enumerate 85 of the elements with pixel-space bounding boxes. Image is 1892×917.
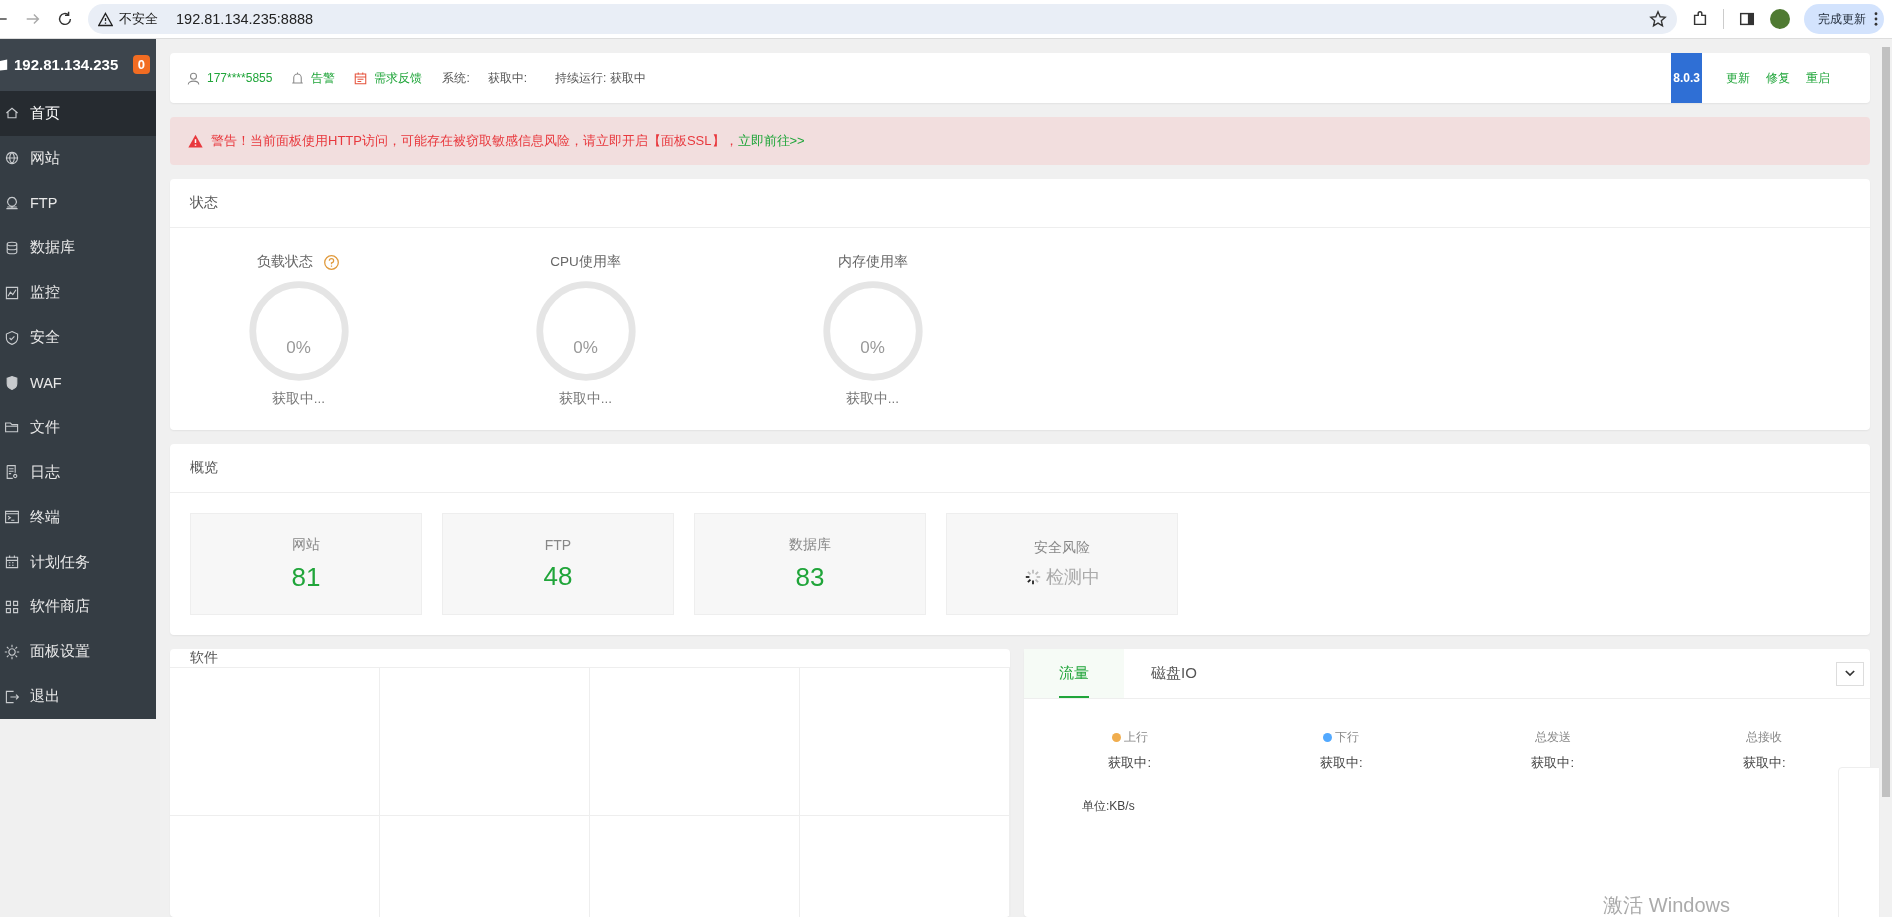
sidebar-item[interactable]: 终端: [0, 494, 156, 540]
system-value: 获取中:: [487, 69, 528, 87]
overview-count: 81: [291, 561, 321, 593]
server-title: 192.81.134.235: [14, 56, 120, 74]
more-icon: [1874, 12, 1878, 26]
help-icon[interactable]: [323, 253, 340, 271]
user-icon: [186, 70, 201, 86]
network-icon: [4, 195, 20, 212]
shield-icon: [4, 329, 20, 346]
overview-status: 检测中: [1046, 566, 1100, 589]
document-icon: [4, 464, 20, 481]
grid-icon: [4, 598, 20, 615]
chart-icon: [4, 284, 20, 301]
sidebar-item[interactable]: 退出: [0, 674, 156, 720]
address-bar[interactable]: 不安全 192.81.134.235:8888: [88, 4, 1677, 34]
uptime-text: 持续运行: 获取中: [555, 69, 646, 87]
star-icon[interactable]: [1649, 10, 1667, 28]
stat-value: 获取中:: [1531, 754, 1575, 772]
terminal-icon: [4, 509, 20, 526]
overview-label: 安全风险: [1034, 539, 1090, 557]
update-button[interactable]: 完成更新: [1804, 4, 1884, 34]
windows-activation-notice: 激活 Windows: [1603, 893, 1730, 917]
interface-dropdown[interactable]: [1836, 661, 1864, 686]
gauge-caption: 获取中...: [271, 390, 326, 408]
sidebar-item[interactable]: FTP: [0, 180, 156, 226]
overview-label: 数据库: [789, 535, 831, 554]
shield-icon: [4, 374, 20, 391]
sidebar-item[interactable]: 计划任务: [0, 539, 156, 585]
overview-card[interactable]: 安全风险 检测中: [946, 513, 1178, 615]
warning-icon: [98, 11, 113, 27]
extensions-icon[interactable]: [1691, 10, 1709, 28]
panel-title: 概览: [170, 444, 1870, 493]
overview-count: 83: [795, 561, 825, 593]
stat-value: 获取中:: [1742, 754, 1786, 772]
scrollbar-thumb[interactable]: [1882, 47, 1890, 797]
stat-value: 获取中:: [1108, 754, 1152, 772]
stat-value: 获取中:: [1319, 754, 1363, 772]
sidebar-item[interactable]: 数据库: [0, 225, 156, 271]
warning-text: 警告！当前面板使用HTTP访问，可能存在被窃取敏感信息风险，请立即开启【面板SSL】，: [211, 132, 738, 150]
sidebar-item[interactable]: 面板设置: [0, 629, 156, 675]
sidebar-item[interactable]: WAF: [0, 360, 156, 405]
gauge-caption: 获取中...: [845, 390, 900, 408]
panel-title: 状态: [170, 179, 1870, 228]
gauge-value: 0%: [573, 338, 598, 358]
stat-label: 总接收: [1746, 729, 1783, 746]
url-text: 192.81.134.235:8888: [176, 11, 315, 27]
sidebar-item[interactable]: 日志: [0, 449, 156, 495]
stat-label: 上行: [1123, 729, 1148, 746]
stat-label: 下行: [1335, 729, 1360, 746]
side-panel-icon[interactable]: [1738, 10, 1756, 28]
globe-icon: [4, 150, 20, 167]
warning-icon: [188, 133, 203, 149]
sidebar-item[interactable]: 首页: [0, 90, 156, 136]
overview-card[interactable]: 数据库 83: [694, 513, 926, 615]
security-label[interactable]: 不安全: [119, 10, 158, 28]
gauge-caption: 获取中...: [558, 390, 613, 408]
gauge-value: 0%: [286, 338, 311, 358]
gauge-value: 0%: [860, 338, 885, 358]
settings-icon: [4, 643, 20, 660]
caret-icon: [1845, 670, 1855, 677]
calendar-icon: [4, 554, 20, 571]
version-badge[interactable]: 8.0.3: [1671, 53, 1702, 103]
calendar-icon: [353, 70, 369, 86]
exit-icon: [4, 688, 20, 705]
system-label: 系统:: [442, 69, 470, 87]
panel-title: 软件: [170, 649, 1010, 668]
profile-avatar[interactable]: [1770, 9, 1790, 29]
gauge-label: 内存使用率: [837, 253, 908, 271]
unit-label: 单位:KB/s: [1081, 798, 1136, 815]
gauge-label: 负载状态: [257, 253, 313, 271]
sidebar-item[interactable]: 文件: [0, 404, 156, 450]
sidebar-item[interactable]: 软件商店: [0, 584, 156, 630]
stat-label: 总发送: [1534, 729, 1571, 746]
overview-label: 网站: [292, 535, 320, 554]
chart-tab[interactable]: 磁盘IO: [1124, 649, 1224, 698]
sidebar-item[interactable]: 网站: [0, 135, 156, 181]
reload-icon[interactable]: [56, 10, 74, 28]
overview-count: 48: [543, 560, 573, 592]
gauge-label: CPU使用率: [550, 253, 621, 271]
database-icon: [4, 239, 20, 256]
sidebar-item[interactable]: 监控: [0, 270, 156, 316]
alarm-icon: [290, 70, 306, 86]
overview-label: FTP: [544, 536, 572, 553]
loading-spinner-icon: [1024, 568, 1042, 586]
sidebar-item[interactable]: 安全: [0, 315, 156, 361]
